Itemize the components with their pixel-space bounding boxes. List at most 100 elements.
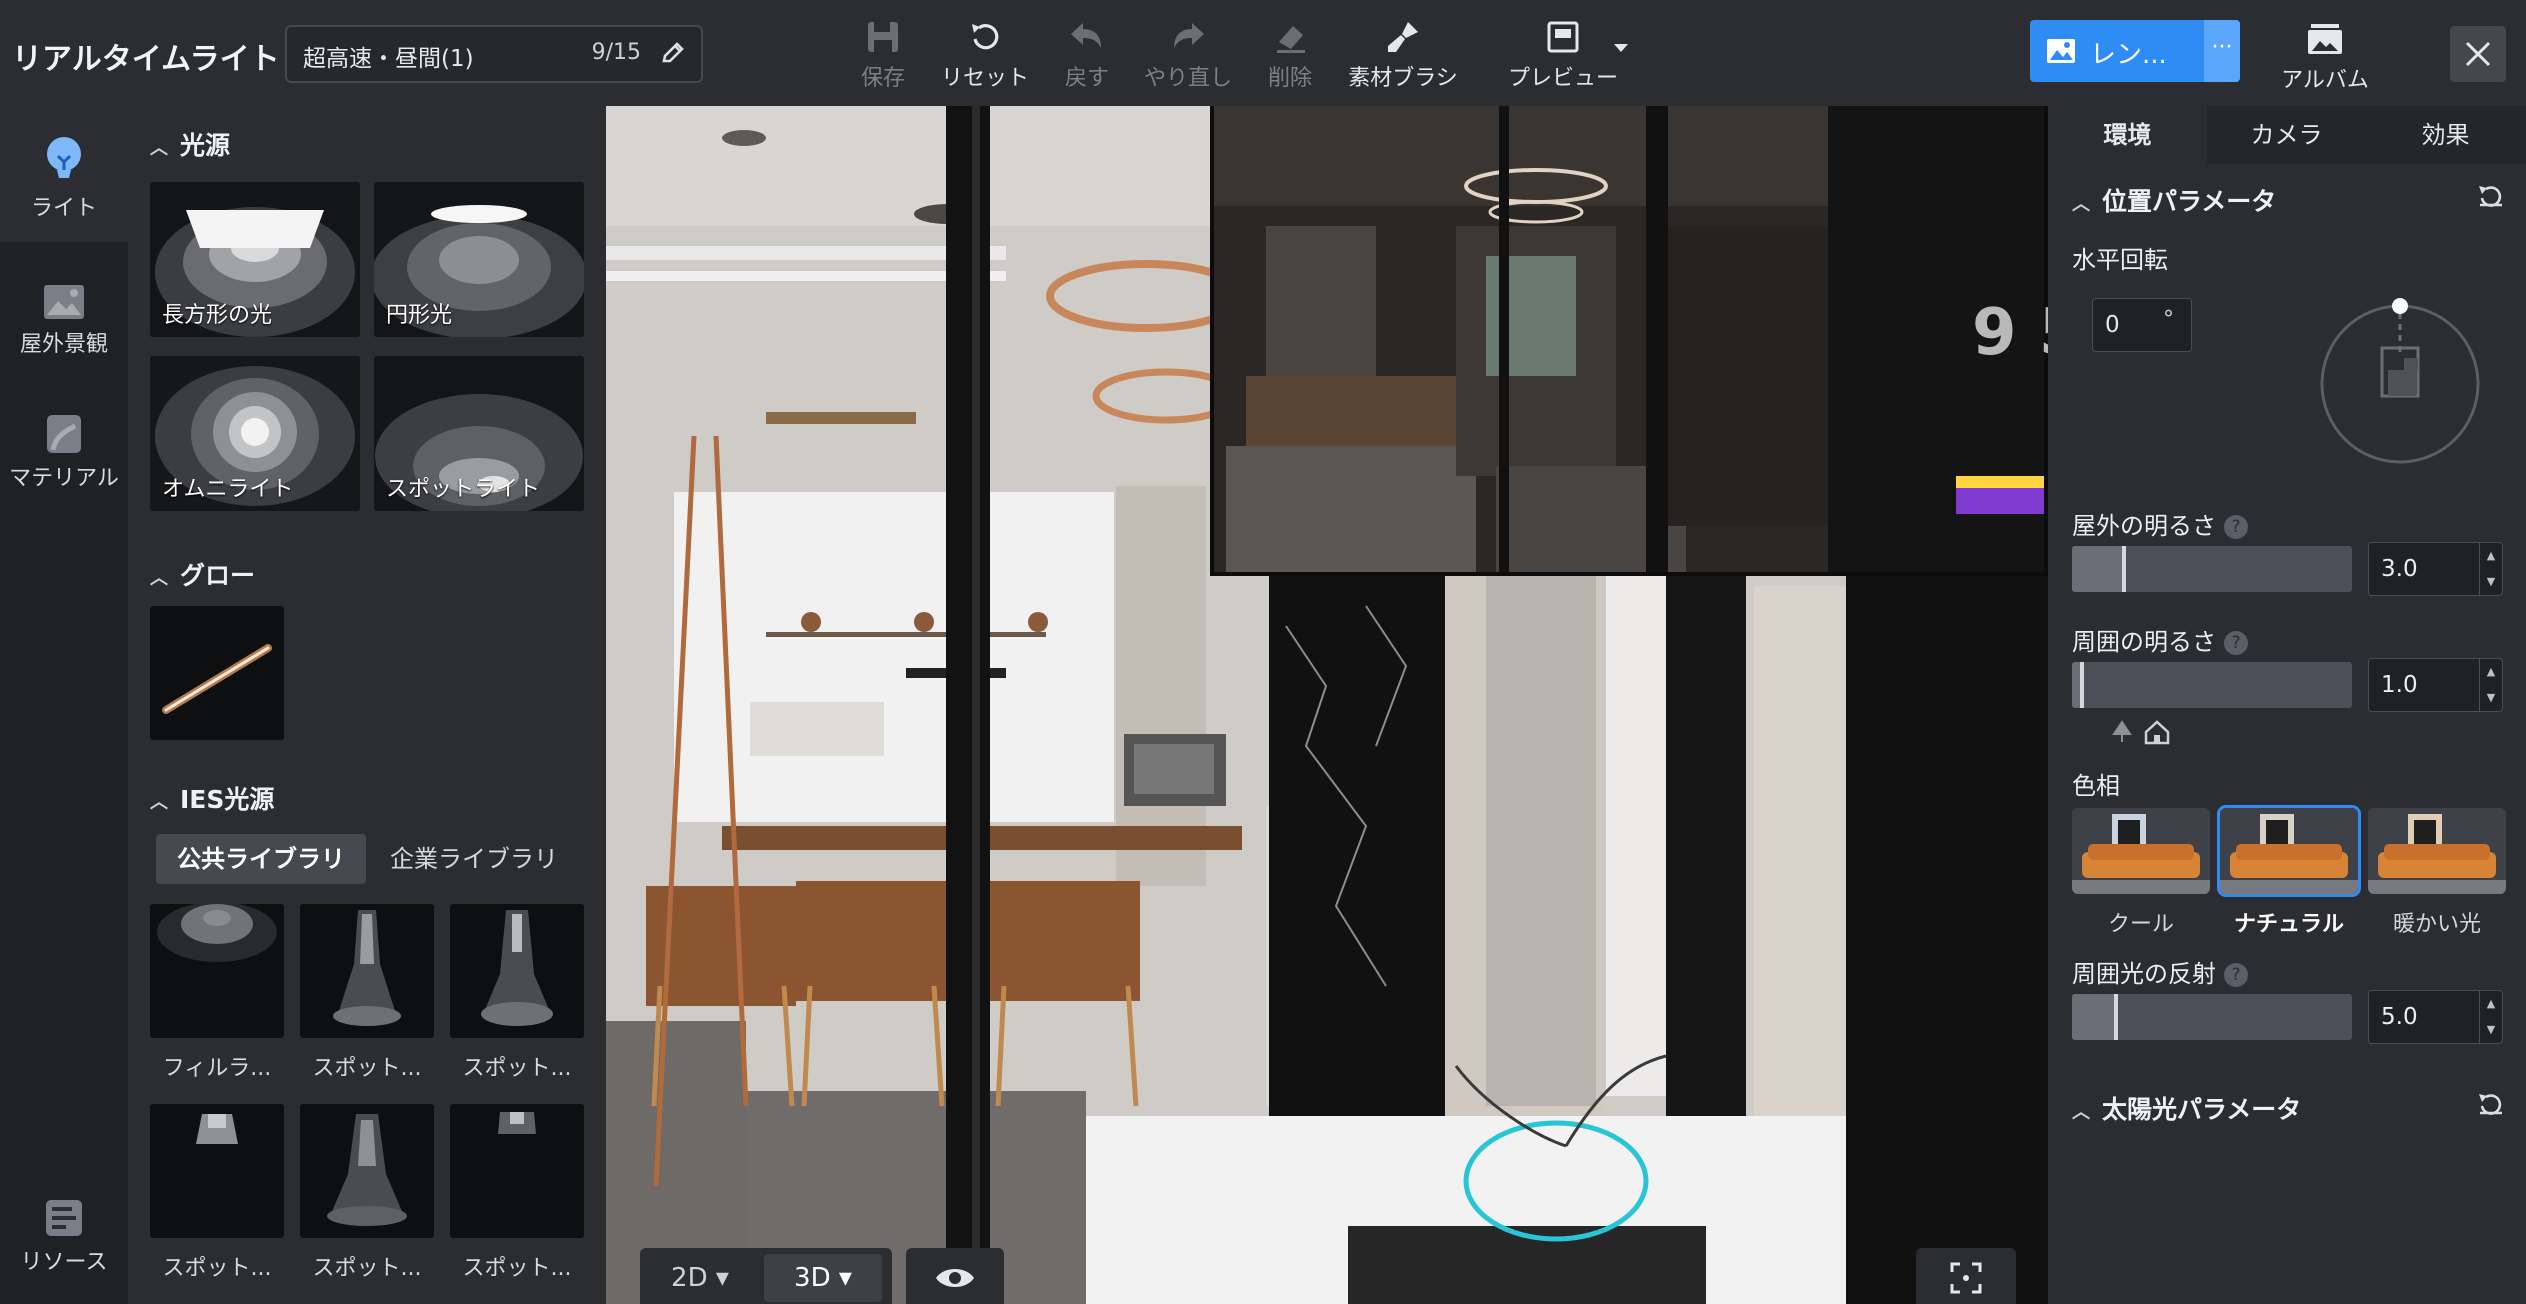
ambient-brightness-text: 周囲の明るさ [2072, 628, 2216, 656]
preview-label: プレビュー [1507, 66, 1618, 91]
slider-fill [2072, 546, 2122, 592]
ies-card[interactable] [450, 904, 584, 1038]
scene-name: 超高速・昼間(1) [303, 46, 474, 72]
section-header-position[interactable]: ︿ 位置パラメータ [2072, 182, 2276, 218]
svg-text:9 5: 9 5 [1972, 296, 2048, 370]
3d-viewport[interactable]: 9 5 2D ▾ 3D ▾ [606, 106, 2048, 1304]
ambient-brightness-input[interactable]: 1.0 ▲ ▼ [2368, 658, 2503, 712]
fullscreen-button[interactable] [1916, 1248, 2016, 1304]
stepper[interactable]: ▲ ▼ [2479, 543, 2502, 595]
view-mode-switch: 2D ▾ 3D ▾ [640, 1248, 892, 1304]
outdoor-brightness-input[interactable]: 3.0 ▲ ▼ [2368, 542, 2503, 596]
close-button[interactable] [2450, 26, 2506, 82]
ies-card-label: スポット... [462, 1056, 572, 1081]
chevron-up-icon[interactable]: ▲ [2480, 991, 2502, 1017]
visibility-button[interactable] [906, 1248, 1004, 1304]
section-header-light-sources[interactable]: ︿ 光源 [150, 126, 230, 162]
ies-card[interactable] [150, 1104, 284, 1238]
chevron-down-icon[interactable]: ▼ [2480, 685, 2502, 711]
material-brush-button[interactable]: 素材ブラシ [1340, 12, 1466, 94]
help-icon[interactable]: ? [2224, 515, 2248, 539]
fullscreen-icon [1950, 1262, 1982, 1294]
hue-option-3[interactable] [2368, 808, 2506, 894]
preview-icon [1547, 21, 1579, 53]
ambient-reflection-label: 周囲光の反射? [2072, 954, 2248, 989]
chevron-up-icon: ︿ [150, 792, 168, 813]
outdoor-brightness-label: 屋外の明るさ? [2072, 506, 2248, 541]
ies-card[interactable] [450, 1104, 584, 1238]
album-button[interactable]: アルバム [2270, 14, 2380, 94]
delete-button[interactable]: 削除 [1230, 12, 1350, 94]
view-mode-3d[interactable]: 3D ▾ [764, 1254, 882, 1302]
light-card-circle[interactable]: 円形光 [374, 182, 584, 337]
light-card-label: オムニライト [162, 477, 294, 502]
section-title-position: 位置パラメータ [2102, 187, 2277, 216]
chevron-up-icon[interactable]: ▲ [2480, 659, 2502, 685]
slider-thumb[interactable] [2122, 546, 2126, 592]
slider-thumb[interactable] [2114, 994, 2118, 1040]
view-mode-2d[interactable]: 2D ▾ [650, 1256, 750, 1300]
preview-dropdown-icon[interactable] [1614, 44, 1628, 52]
outdoor-brightness-slider[interactable] [2072, 546, 2352, 592]
tab-public-library[interactable]: 公共ライブラリ [156, 834, 366, 884]
hue-option-label: ナチュラル [2233, 912, 2344, 937]
ies-card[interactable] [150, 904, 284, 1038]
ies-card[interactable] [300, 904, 434, 1038]
render-more-button[interactable]: ··· [2204, 20, 2240, 82]
scene-selector[interactable]: 超高速・昼間(1) 9/15 [285, 25, 703, 83]
light-card-rectangle[interactable]: 長方形の光 [150, 182, 360, 337]
chevron-up-icon: ︿ [150, 568, 168, 589]
slider-fill [2072, 994, 2114, 1040]
section-header-sun[interactable]: ︿ 太陽光パラメータ [2072, 1090, 2301, 1126]
help-icon[interactable]: ? [2224, 631, 2248, 655]
rotation-dial[interactable] [2314, 292, 2484, 468]
chevron-down-icon[interactable]: ▼ [2480, 569, 2502, 595]
light-library-panel: ︿ 光源 長方形の光 円形光 オムニライト スポットライト ︿ グロー ︿ IE… [128, 106, 606, 1304]
album-label: アルバム [2281, 68, 2369, 93]
light-card-spot[interactable]: スポットライト [374, 356, 584, 511]
rail-item-light[interactable]: ライト [0, 106, 128, 242]
light-card-label: 長方形の光 [162, 303, 273, 328]
preview-button[interactable]: プレビュー [1488, 12, 1638, 94]
stepper[interactable]: ▲ ▼ [2479, 991, 2502, 1043]
hue-option-2[interactable] [2220, 808, 2358, 894]
tab-enterprise-library[interactable]: 企業ライブラリ [374, 834, 574, 884]
horizontal-rotation-input[interactable]: 0 ° [2092, 298, 2192, 352]
rail-label-light: ライト [30, 196, 97, 221]
chevron-up-icon[interactable]: ▲ [2480, 543, 2502, 569]
chevron-down-icon[interactable]: ▼ [2480, 1017, 2502, 1043]
hue-preview-image [2220, 808, 2358, 894]
properties-tabs: 環境 カメラ 効果 [2048, 106, 2526, 164]
ambient-reflection-input[interactable]: 5.0 ▲ ▼ [2368, 990, 2503, 1044]
ambient-reflection-value: 5.0 [2381, 1004, 2418, 1030]
ambient-brightness-slider[interactable] [2072, 662, 2352, 708]
section-header-glow[interactable]: ︿ グロー [150, 556, 255, 592]
reset-position-icon[interactable] [2474, 180, 2508, 214]
light-card-omni[interactable]: オムニライト [150, 356, 360, 511]
rail-item-resources[interactable]: リソース [0, 1188, 128, 1298]
rail-item-outdoor[interactable]: 屋外景観 [0, 266, 128, 376]
tab-environment[interactable]: 環境 [2048, 106, 2207, 164]
ambient-reflection-slider[interactable] [2072, 994, 2352, 1040]
hue-preview-image [2368, 808, 2506, 894]
save-icon [868, 22, 898, 52]
ies-card-label: スポット... [312, 1056, 422, 1081]
help-icon[interactable]: ? [2224, 963, 2248, 987]
chevron-up-icon: ︿ [150, 138, 168, 159]
tab-camera[interactable]: カメラ [2207, 106, 2366, 164]
section-header-ies[interactable]: ︿ IES光源 [150, 780, 274, 816]
slider-thumb[interactable] [2080, 662, 2084, 708]
reset-sun-icon[interactable] [2474, 1088, 2508, 1122]
hue-option-1[interactable] [2072, 808, 2210, 894]
tab-effects[interactable]: 効果 [2366, 106, 2525, 164]
render-button[interactable]: レン... ··· [2030, 20, 2240, 82]
glow-card[interactable] [150, 606, 284, 740]
hue-preview-image [2072, 808, 2210, 894]
pencil-icon[interactable] [655, 35, 691, 71]
reset-icon [972, 24, 999, 50]
undo-icon [1071, 23, 1101, 48]
rail-item-material[interactable]: マテリアル [0, 400, 128, 510]
glow-strip-thumbnail [162, 644, 272, 714]
stepper[interactable]: ▲ ▼ [2479, 659, 2502, 711]
ies-card[interactable] [300, 1104, 434, 1238]
